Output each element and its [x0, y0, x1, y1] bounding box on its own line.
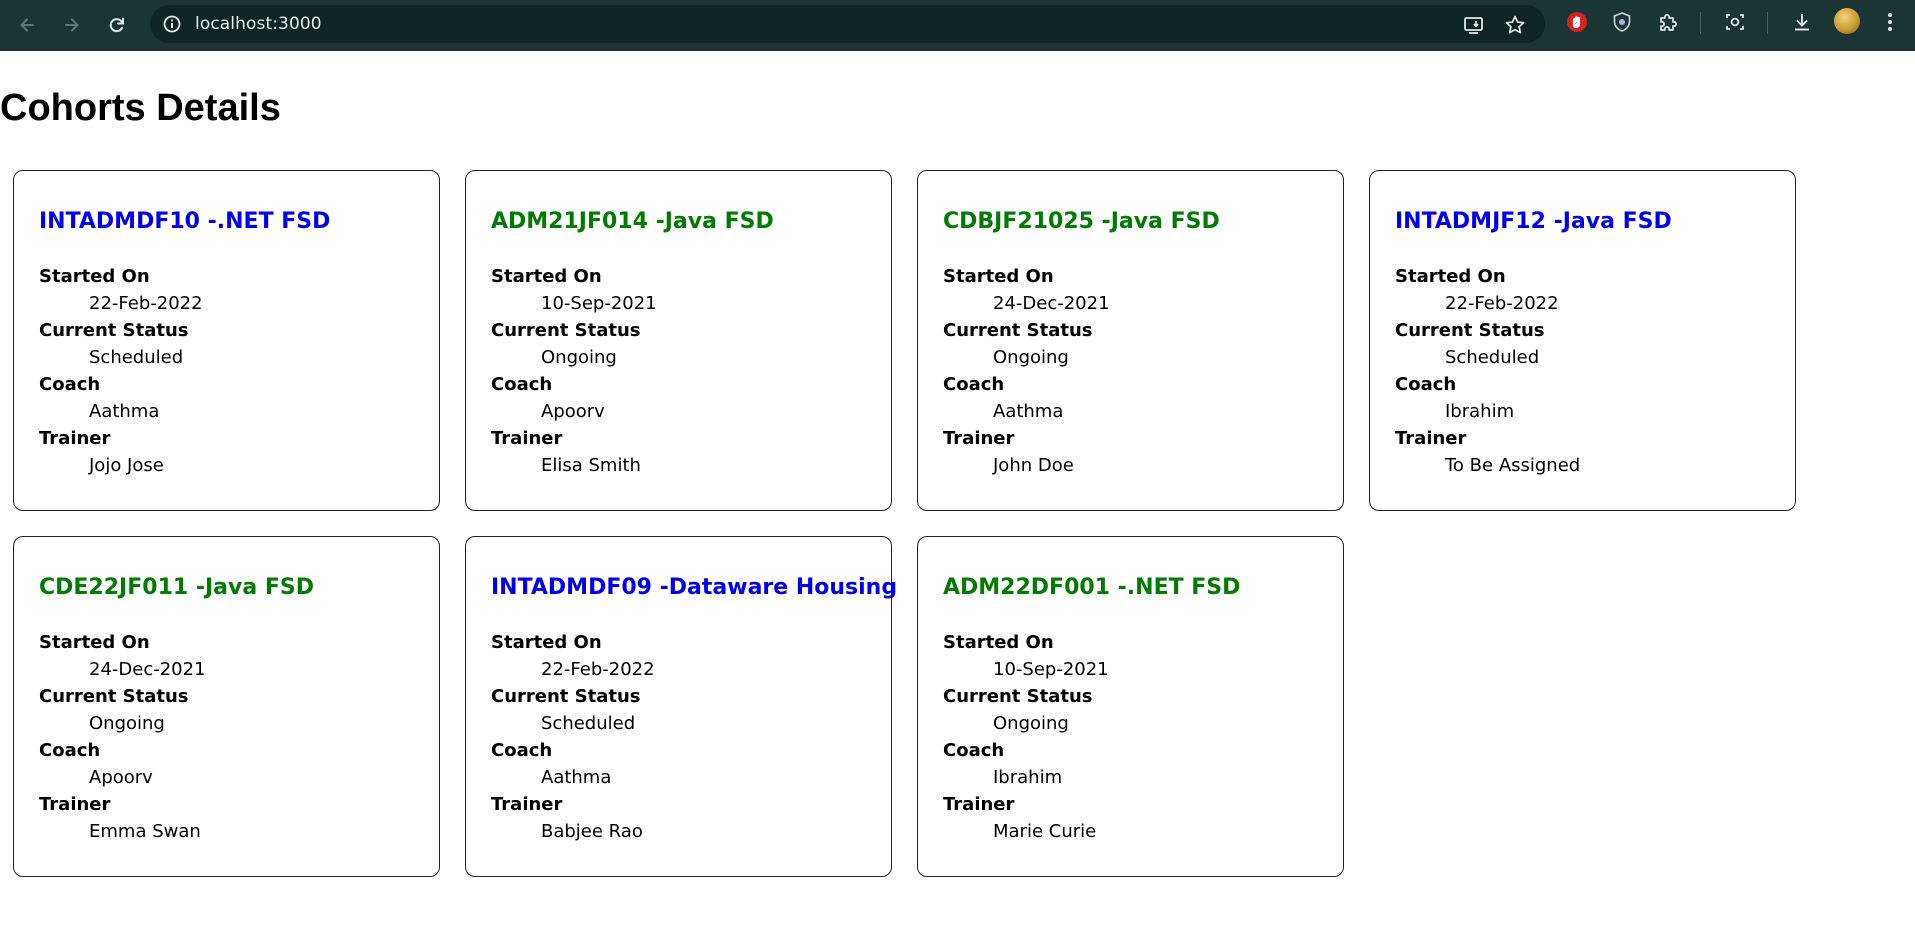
trainer-value: To Be Assigned — [1445, 455, 1581, 476]
adblock-extension-icon[interactable] — [1565, 10, 1589, 34]
coach-label: Coach — [943, 374, 1005, 395]
trainer-label: Trainer — [1395, 428, 1467, 449]
cohort-title: CDE22JF011 -Java FSD — [39, 575, 314, 600]
started-on-value: 10-Sep-2021 — [541, 293, 657, 314]
started-on-value: 10-Sep-2021 — [993, 659, 1109, 680]
trainer-label: Trainer — [943, 794, 1015, 815]
cohort-title: ADM22DF001 -.NET FSD — [943, 575, 1241, 600]
trainer-value: Elisa Smith — [541, 455, 641, 476]
coach-value: Aathma — [993, 401, 1064, 422]
current-status-value: Scheduled — [1445, 347, 1540, 368]
trainer-label: Trainer — [39, 428, 111, 449]
coach-label: Coach — [491, 740, 553, 761]
started-on-value: 22-Feb-2022 — [89, 293, 203, 314]
bookmark-star-icon[interactable] — [1504, 14, 1526, 36]
browser-menu-icon[interactable] — [1878, 10, 1902, 34]
shield-extension-icon[interactable] — [1610, 10, 1634, 34]
current-status-label: Current Status — [491, 320, 641, 341]
started-on-value: 22-Feb-2022 — [541, 659, 655, 680]
install-app-icon[interactable] — [1463, 14, 1485, 36]
toolbar-divider — [1767, 12, 1768, 34]
current-status-label: Current Status — [1395, 320, 1545, 341]
coach-value: Ibrahim — [1445, 401, 1515, 422]
trainer-value: Babjee Rao — [541, 821, 643, 842]
site-info-icon[interactable] — [162, 14, 182, 34]
reload-icon — [109, 17, 124, 33]
coach-value: Apoorv — [89, 767, 153, 788]
trainer-value: Marie Curie — [993, 821, 1097, 842]
cohort-card: ADM22DF001 -.NET FSD Started On 10-Sep-2… — [917, 536, 1344, 877]
url-text[interactable]: localhost:3000 — [195, 14, 322, 34]
cohort-card: CDE22JF011 -Java FSD Started On 24-Dec-2… — [13, 536, 440, 877]
cohort-details: Started On 22-Feb-2022 Current Status Sc… — [491, 629, 655, 845]
current-status-value: Ongoing — [993, 347, 1069, 368]
current-status-value: Ongoing — [89, 713, 165, 734]
current-status-value: Scheduled — [541, 713, 636, 734]
back-button[interactable] — [10, 8, 44, 42]
coach-label: Coach — [943, 740, 1005, 761]
current-status-label: Current Status — [943, 686, 1093, 707]
current-status-label: Current Status — [39, 320, 189, 341]
started-on-label: Started On — [39, 632, 150, 653]
downloads-icon[interactable] — [1790, 10, 1814, 34]
coach-value: Aathma — [541, 767, 612, 788]
trainer-value: Jojo Jose — [89, 455, 164, 476]
current-status-value: Ongoing — [541, 347, 617, 368]
started-on-label: Started On — [491, 632, 602, 653]
current-status-label: Current Status — [39, 686, 189, 707]
cohort-details: Started On 24-Dec-2021 Current Status On… — [943, 263, 1110, 479]
browser-toolbar: localhost:3000 — [0, 0, 1915, 51]
extensions-puzzle-icon[interactable] — [1656, 10, 1680, 34]
started-on-label: Started On — [943, 266, 1054, 287]
coach-value: Apoorv — [541, 401, 605, 422]
trainer-value: John Doe — [993, 455, 1074, 476]
cohort-details: Started On 22-Feb-2022 Current Status Sc… — [1395, 263, 1580, 479]
cohort-details: Started On 10-Sep-2021 Current Status On… — [943, 629, 1109, 845]
started-on-value: 24-Dec-2021 — [89, 659, 206, 680]
cohort-card: INTADMDF09 -Dataware Housing Started On … — [465, 536, 897, 877]
reload-button[interactable] — [100, 8, 134, 42]
trainer-label: Trainer — [39, 794, 111, 815]
started-on-value: 22-Feb-2022 — [1445, 293, 1559, 314]
page-title: Cohorts Details — [0, 87, 281, 129]
cohort-card: INTADMJF12 -Java FSD Started On 22-Feb-2… — [1369, 170, 1796, 511]
trainer-value: Emma Swan — [89, 821, 201, 842]
started-on-label: Started On — [1395, 266, 1506, 287]
current-status-value: Scheduled — [89, 347, 184, 368]
trainer-label: Trainer — [491, 428, 563, 449]
screenshot-lens-icon[interactable] — [1723, 10, 1747, 34]
cohort-details: Started On 24-Dec-2021 Current Status On… — [39, 629, 206, 845]
current-status-label: Current Status — [943, 320, 1093, 341]
coach-label: Coach — [1395, 374, 1457, 395]
cohort-title: INTADMDF09 -Dataware Housing — [491, 575, 898, 600]
cohort-card: ADM21JF014 -Java FSD Started On 10-Sep-2… — [465, 170, 892, 511]
trainer-label: Trainer — [943, 428, 1015, 449]
cohort-details: Started On 22-Feb-2022 Current Status Sc… — [39, 263, 203, 479]
cohort-card: INTADMDF10 -.NET FSD Started On 22-Feb-2… — [13, 170, 440, 511]
back-arrow-icon — [20, 18, 34, 32]
cohort-details: Started On 10-Sep-2021 Current Status On… — [491, 263, 657, 479]
coach-value: Aathma — [89, 401, 160, 422]
cohort-title: INTADMJF12 -Java FSD — [1395, 209, 1672, 234]
toolbar-divider — [1700, 12, 1701, 34]
coach-value: Ibrahim — [993, 767, 1063, 788]
forward-button[interactable] — [55, 8, 89, 42]
current-status-label: Current Status — [491, 686, 641, 707]
forward-arrow-icon — [65, 18, 79, 32]
started-on-label: Started On — [39, 266, 150, 287]
coach-label: Coach — [39, 740, 101, 761]
cohort-title: CDBJF21025 -Java FSD — [943, 209, 1220, 234]
address-bar[interactable]: localhost:3000 — [150, 5, 1545, 43]
coach-label: Coach — [39, 374, 101, 395]
started-on-label: Started On — [943, 632, 1054, 653]
profile-avatar[interactable] — [1834, 8, 1860, 34]
cohort-title: INTADMDF10 -.NET FSD — [39, 209, 331, 234]
cohort-title: ADM21JF014 -Java FSD — [491, 209, 774, 234]
started-on-value: 24-Dec-2021 — [993, 293, 1110, 314]
trainer-label: Trainer — [491, 794, 563, 815]
cohort-card: CDBJF21025 -Java FSD Started On 24-Dec-2… — [917, 170, 1344, 511]
current-status-value: Ongoing — [993, 713, 1069, 734]
started-on-label: Started On — [491, 266, 602, 287]
coach-label: Coach — [491, 374, 553, 395]
